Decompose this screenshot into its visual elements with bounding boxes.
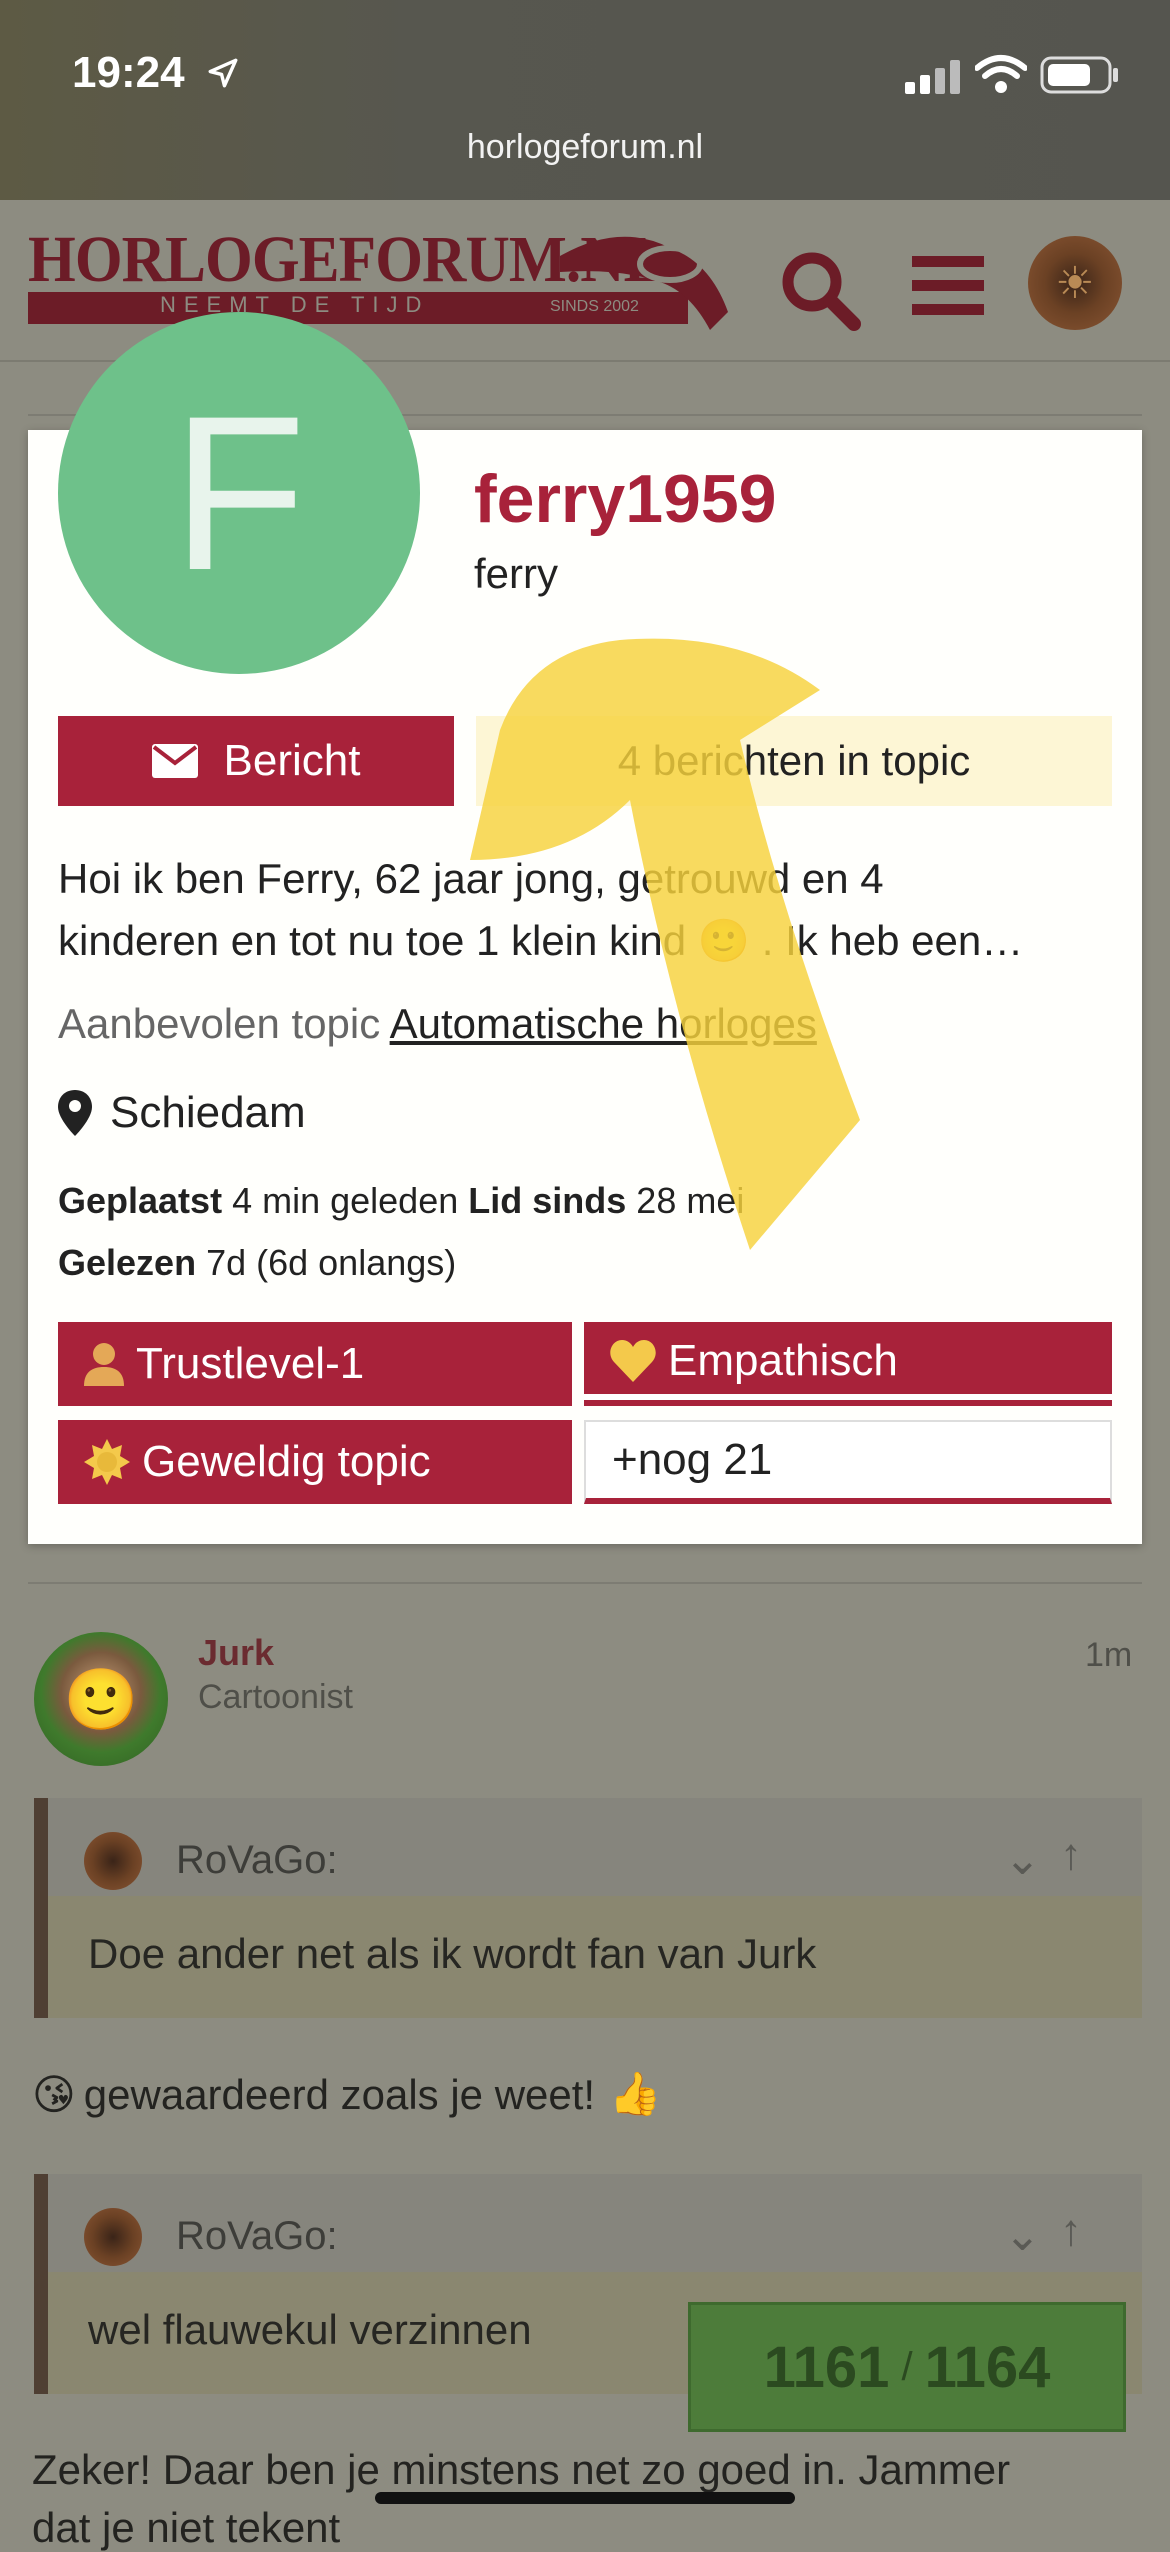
read-label: Gelezen bbox=[58, 1242, 197, 1283]
quote-text: wel flauwekul verzinnen bbox=[88, 2306, 532, 2353]
status-bar bbox=[0, 0, 1170, 200]
topic-progress[interactable]: 1161 / 1164 bbox=[688, 2302, 1126, 2432]
featured-topic-label: Aanbevolen topic bbox=[58, 1000, 381, 1047]
user-card-username[interactable]: ferry1959 bbox=[474, 460, 776, 538]
progress-separator: / bbox=[901, 2344, 913, 2389]
annotation-arrow bbox=[470, 638, 860, 1250]
user-icon bbox=[84, 1343, 124, 1386]
home-indicator[interactable] bbox=[375, 2492, 795, 2504]
user-card-avatar[interactable]: F bbox=[58, 312, 420, 674]
post-text-line: dat je niet tekent bbox=[32, 2504, 341, 2551]
quote-author-avatar bbox=[84, 1832, 142, 1890]
progress-total: 1164 bbox=[924, 2334, 1051, 2400]
badge-label: Trustlevel-1 bbox=[136, 1339, 365, 1388]
post-author-username[interactable]: Jurk bbox=[198, 1632, 274, 1674]
post-timestamp[interactable]: 1m bbox=[1085, 1636, 1132, 1675]
heart-icon bbox=[610, 1340, 656, 1382]
divider bbox=[28, 1582, 1142, 1584]
post-text: 😘 gewaardeerd zoals je weet! 👍 bbox=[32, 2070, 661, 2119]
more-badges-button[interactable]: +nog 21 bbox=[584, 1420, 1112, 1504]
message-button[interactable]: Bericht bbox=[58, 716, 454, 806]
hamburger-menu-icon[interactable] bbox=[912, 254, 984, 318]
current-user-avatar[interactable]: ☀ bbox=[1028, 236, 1122, 330]
quote-author: RoVaGo: bbox=[176, 1838, 338, 1882]
post-text-line: gewaardeerd zoals je weet! bbox=[83, 2070, 596, 2118]
logo-hand-icon bbox=[560, 236, 728, 330]
status-time: 19:24 bbox=[72, 48, 185, 97]
arrow-up-icon[interactable]: ↑ bbox=[1060, 2206, 1082, 2256]
search-icon[interactable] bbox=[778, 248, 862, 332]
post-text-line: Zeker! Daar ben je minstens net zo goed … bbox=[32, 2446, 1011, 2493]
badge-empathisch[interactable]: Empathisch bbox=[584, 1322, 1112, 1406]
quote-text: Doe ander net als ik wordt fan van Jurk bbox=[88, 1930, 817, 1977]
quote-bar bbox=[34, 2174, 48, 2394]
badge-label: Geweldig topic bbox=[142, 1437, 431, 1486]
post-author-avatar[interactable]: 🙂 bbox=[34, 1632, 168, 1766]
location-text: Schiedam bbox=[110, 1088, 306, 1137]
location-arrow-icon bbox=[208, 58, 238, 88]
quote-author-avatar bbox=[84, 2208, 142, 2266]
posted-label: Geplaatst bbox=[58, 1180, 223, 1221]
read-value: 7d (6d onlangs) bbox=[206, 1242, 457, 1283]
quote-author: RoVaGo: bbox=[176, 2214, 338, 2258]
sun-icon bbox=[84, 1439, 130, 1485]
quote-bar bbox=[34, 1798, 48, 2018]
chevron-down-icon[interactable]: ⌄ bbox=[1004, 1834, 1041, 1885]
arrow-up-icon[interactable]: ↑ bbox=[1060, 1830, 1082, 1880]
address-bar-url[interactable]: horlogeforum.nl bbox=[0, 128, 1170, 167]
thumbs-up-emoji-icon: 👍 bbox=[609, 2070, 662, 2117]
logo-tagline: NEEMT DE TIJD bbox=[160, 292, 430, 317]
post-author-title: Cartoonist bbox=[198, 1678, 353, 1716]
badge-trustlevel[interactable]: Trustlevel-1 bbox=[58, 1322, 572, 1406]
wifi-icon bbox=[975, 55, 1027, 93]
cellular-signal-icon bbox=[905, 60, 960, 94]
map-pin-icon bbox=[58, 1090, 92, 1136]
kiss-emoji-icon: 😘 bbox=[32, 2071, 76, 2118]
user-card-fullname: ferry bbox=[474, 550, 558, 597]
posted-value: 4 min geleden bbox=[232, 1180, 459, 1221]
user-stats-row: Gelezen 7d (6d onlangs) bbox=[58, 1242, 456, 1284]
user-location: Schiedam bbox=[58, 1088, 306, 1138]
badge-label: Empathisch bbox=[668, 1336, 898, 1385]
envelope-icon bbox=[151, 744, 198, 778]
progress-current: 1161 bbox=[763, 2334, 890, 2400]
badge-geweldig-topic[interactable]: Geweldig topic bbox=[58, 1420, 572, 1504]
battery-icon bbox=[1040, 56, 1118, 94]
chevron-down-icon[interactable]: ⌄ bbox=[1004, 2210, 1041, 2261]
message-button-label: Bericht bbox=[223, 736, 361, 785]
